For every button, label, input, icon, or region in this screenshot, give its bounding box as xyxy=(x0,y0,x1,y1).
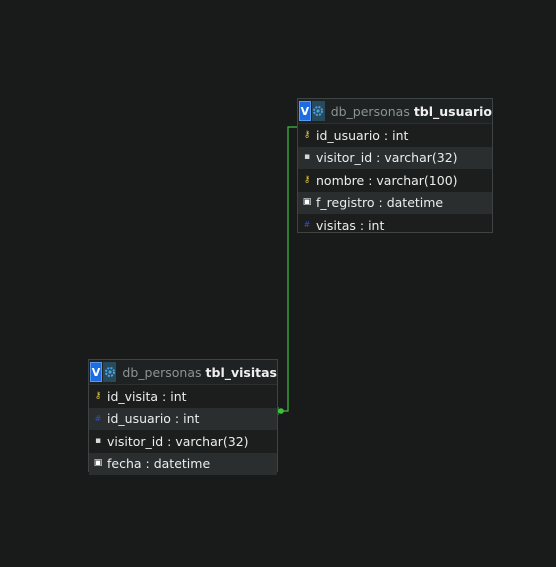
primary-key-icon: ⚷ xyxy=(303,129,311,140)
column-label: fecha : datetime xyxy=(107,456,211,472)
datetime-field-icon: ▣ xyxy=(93,458,103,469)
relation-end-dot xyxy=(278,408,284,414)
column-label: id_visita : int xyxy=(107,388,187,404)
datetime-field-icon: ▣ xyxy=(302,197,312,208)
column-label: id_usuario : int xyxy=(107,411,200,427)
relation-lines xyxy=(277,126,297,415)
table-header[interactable]: V db_personas tbl_usuario xyxy=(298,99,492,124)
column-label: visitor_id : varchar(32) xyxy=(316,150,458,166)
primary-key-icon: ⚷ xyxy=(303,174,311,185)
table-header[interactable]: V db_personas tbl_visitas xyxy=(89,360,277,385)
gear-icon[interactable] xyxy=(103,362,117,382)
column-label: visitas : int xyxy=(316,217,385,233)
column-row[interactable]: ⚷ id_usuario : int xyxy=(298,124,492,147)
foreign-key-icon: # xyxy=(94,413,102,423)
column-label: f_registro : datetime xyxy=(316,195,444,211)
text-field-icon: ▪ xyxy=(94,435,102,446)
table-name: tbl_usuario xyxy=(413,103,492,119)
primary-key-icon: ⚷ xyxy=(94,390,102,401)
gear-icon[interactable] xyxy=(311,101,325,121)
column-row[interactable]: ▪ visitor_id : varchar(32) xyxy=(298,146,492,169)
column-label: nombre : varchar(100) xyxy=(316,172,458,188)
column-label: id_usuario : int xyxy=(316,127,409,143)
numeric-field-icon: # xyxy=(303,220,311,230)
view-toggle-button[interactable]: V xyxy=(299,101,311,121)
column-row[interactable]: # visitas : int xyxy=(298,214,492,237)
database-name: db_personas xyxy=(122,364,202,380)
column-row[interactable]: ▪ visitor_id : varchar(32) xyxy=(89,430,277,453)
column-row[interactable]: ▣ f_registro : datetime xyxy=(298,191,492,214)
column-row[interactable]: ▣ fecha : datetime xyxy=(89,452,277,475)
column-row[interactable]: ⚷ id_visita : int xyxy=(89,385,277,408)
text-field-icon: ▪ xyxy=(303,152,311,163)
table-tbl-usuario[interactable]: V db_personas tbl_usuario ⚷ id_usuario :… xyxy=(297,98,493,233)
relation-line-id-usuario[interactable] xyxy=(281,126,297,412)
column-row[interactable]: # id_usuario : int xyxy=(89,407,277,430)
database-name: db_personas xyxy=(330,103,410,119)
column-label: visitor_id : varchar(32) xyxy=(107,433,249,449)
view-toggle-button[interactable]: V xyxy=(90,362,103,382)
column-row[interactable]: ⚷ nombre : varchar(100) xyxy=(298,169,492,192)
designer-canvas: V db_personas tbl_usuario ⚷ id_usuario :… xyxy=(0,0,556,567)
table-name: tbl_visitas xyxy=(205,364,277,380)
table-tbl-visitas[interactable]: V db_personas tbl_visitas ⚷ id_visita : … xyxy=(88,359,278,475)
